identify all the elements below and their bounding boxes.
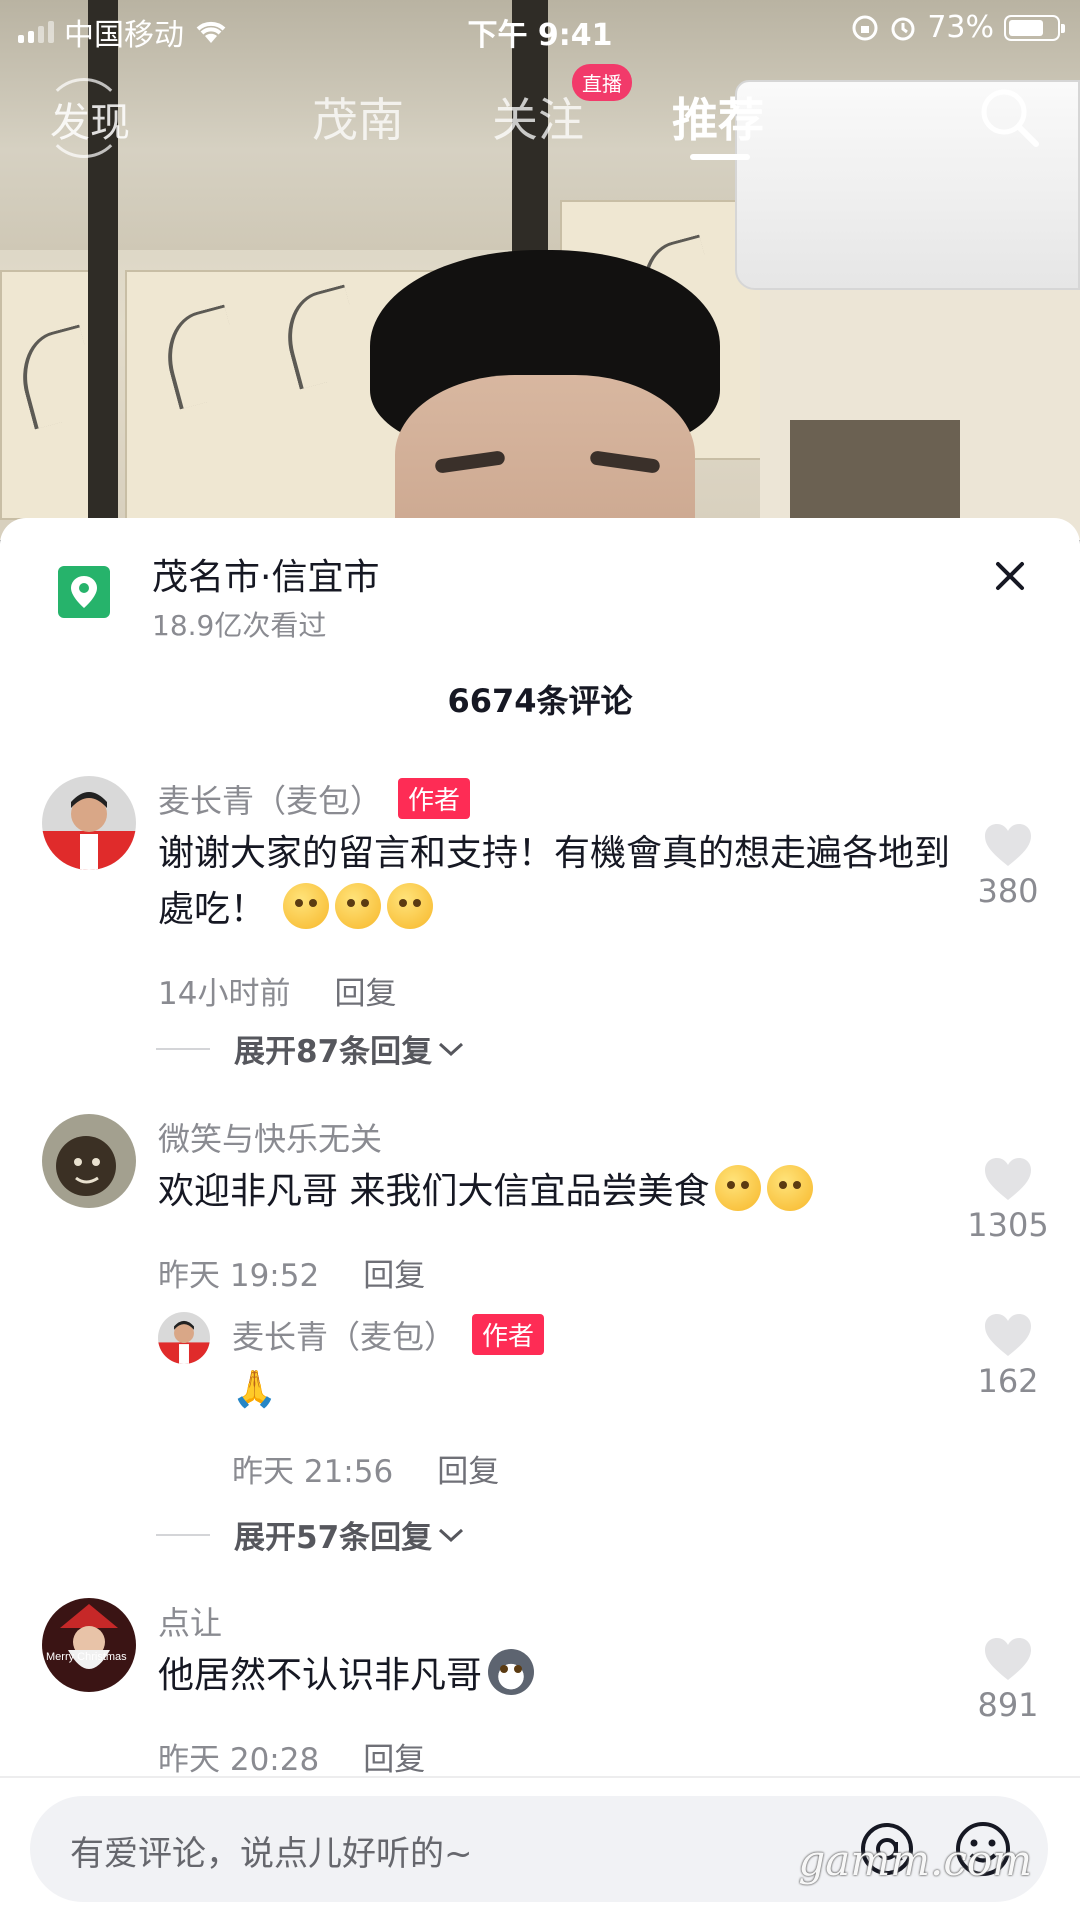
like-count: 891 bbox=[977, 1686, 1039, 1724]
author-badge: 作者 bbox=[398, 778, 471, 819]
comment-username[interactable]: 微笑与快乐无关 bbox=[158, 1114, 382, 1160]
reply-button[interactable]: 回复 bbox=[334, 976, 396, 1012]
top-nav: 发现 茂南 关注 直播 推荐 bbox=[0, 64, 1080, 170]
pleading-face-emoji-icon bbox=[767, 1165, 814, 1211]
chevron-down-icon bbox=[439, 1042, 464, 1056]
like-count: 162 bbox=[977, 1362, 1039, 1400]
username-text: 麦长青（麦包） bbox=[232, 1318, 457, 1356]
comment-time: 昨天 21:56 bbox=[232, 1454, 394, 1490]
username-text: 麦长青（麦包） bbox=[158, 782, 383, 820]
avatar[interactable] bbox=[158, 1312, 210, 1364]
expand-replies-label: 展开87条回复 bbox=[234, 1034, 433, 1070]
rofl-emoji-icon bbox=[283, 883, 330, 929]
comment-text-content: 🙏 bbox=[232, 1369, 277, 1410]
divider-dash bbox=[156, 1047, 210, 1050]
wall-scroll-1 bbox=[0, 270, 103, 520]
comment-meta: 14小时前 回复 bbox=[158, 968, 396, 1013]
comment-text-content: 欢迎非凡哥 来我们大信宜品尝美食 bbox=[158, 1171, 710, 1212]
comment-username[interactable]: 点让 bbox=[158, 1598, 222, 1644]
divider-dash bbox=[156, 1533, 210, 1536]
reply-button[interactable]: 回复 bbox=[363, 1742, 425, 1778]
location-views: 18.9亿次看过 bbox=[152, 609, 327, 642]
comment-meta: 昨天 19:52 回复 bbox=[158, 1250, 425, 1295]
like-button[interactable]: 891 bbox=[958, 1636, 1058, 1724]
comment-username[interactable]: 麦长青（麦包） 作者 bbox=[158, 776, 471, 822]
rofl-emoji-icon bbox=[387, 883, 434, 929]
comment-count: 6674条评论 bbox=[447, 682, 633, 720]
expand-replies-button[interactable]: 展开87条回复 bbox=[156, 1026, 466, 1071]
like-button[interactable]: 1305 bbox=[958, 1156, 1058, 1244]
comment-text-content: 谢谢大家的留言和支持！有機會真的想走遍各地到處吃！ bbox=[158, 833, 951, 930]
avatar-text: Merry Christmas bbox=[46, 1651, 127, 1663]
comment-time: 昨天 20:28 bbox=[158, 1742, 320, 1778]
comment-meta: 昨天 21:56 回复 bbox=[232, 1446, 499, 1491]
search-icon[interactable] bbox=[976, 84, 1042, 150]
status-bar: 中国移动 下午 9:41 73% bbox=[0, 0, 1080, 54]
comment-time: 14小时前 bbox=[158, 976, 291, 1012]
discover-ring-icon bbox=[44, 78, 124, 158]
comment-meta: 昨天 20:28 回复 bbox=[158, 1734, 425, 1779]
author-badge: 作者 bbox=[472, 1314, 545, 1355]
heart-icon bbox=[985, 1638, 1031, 1680]
chevron-down-icon bbox=[439, 1528, 464, 1542]
location-row[interactable]: 茂名市·信宜市 18.9亿次看过 bbox=[0, 518, 1080, 648]
comment-text: 🙏 bbox=[232, 1362, 832, 1418]
divider bbox=[0, 1776, 1080, 1778]
tab-recommend[interactable]: 推荐 bbox=[672, 84, 764, 150]
comment-input-placeholder: 有爱评论，说点儿好听的~ bbox=[70, 1834, 473, 1874]
location-title: 茂名市·信宜市 bbox=[152, 557, 380, 598]
heart-icon bbox=[985, 1314, 1031, 1356]
close-icon[interactable] bbox=[982, 548, 1038, 604]
rofl-emoji-icon bbox=[335, 883, 382, 929]
heart-icon bbox=[985, 1158, 1031, 1200]
expand-replies-button[interactable]: 展开57条回复 bbox=[156, 1512, 466, 1557]
comment-text-content: 他居然不认识非凡哥 bbox=[158, 1655, 483, 1696]
pleading-face-emoji-icon bbox=[715, 1165, 762, 1211]
comment-time: 昨天 19:52 bbox=[158, 1258, 320, 1294]
battery-percent: 73% bbox=[927, 10, 994, 45]
comment-text: 谢谢大家的留言和支持！有機會真的想走遍各地到處吃！ bbox=[158, 826, 958, 938]
ink-orchid bbox=[156, 304, 248, 410]
comment-text: 欢迎非凡哥 来我们大信宜品尝美食 bbox=[158, 1164, 958, 1220]
watermark: gamm.com bbox=[798, 1836, 1032, 1885]
like-button[interactable]: 162 bbox=[958, 1312, 1058, 1400]
comment-username[interactable]: 麦长青（麦包） 作者 bbox=[232, 1312, 545, 1358]
alarm-icon bbox=[891, 17, 915, 40]
ink-orchid bbox=[276, 284, 368, 390]
avatar[interactable]: Merry Christmas bbox=[42, 1598, 136, 1692]
battery-icon bbox=[1004, 14, 1065, 41]
tab-maonan[interactable]: 茂南 bbox=[312, 84, 404, 150]
tab-follow[interactable]: 关注 bbox=[492, 84, 584, 150]
reply-button[interactable]: 回复 bbox=[363, 1258, 425, 1294]
comments-sheet: 茂名市·信宜市 18.9亿次看过 6674条评论 麦长青（麦包） 作者 谢谢大家的… bbox=[0, 518, 1080, 1920]
discover-button[interactable]: 发现 bbox=[44, 78, 130, 158]
reply-button[interactable]: 回复 bbox=[437, 1454, 499, 1490]
expand-replies-label: 展开57条回复 bbox=[234, 1520, 433, 1556]
like-button[interactable]: 380 bbox=[958, 822, 1058, 910]
avatar[interactable] bbox=[42, 1114, 136, 1208]
like-count: 1305 bbox=[967, 1206, 1049, 1244]
orientation-lock-icon bbox=[852, 15, 878, 40]
heart-icon bbox=[985, 824, 1031, 866]
active-tab-indicator bbox=[690, 154, 750, 160]
location-pin-icon bbox=[58, 566, 110, 618]
like-count: 380 bbox=[977, 872, 1039, 910]
live-badge: 直播 bbox=[572, 64, 632, 101]
comment-text: 他居然不认识非凡哥 bbox=[158, 1648, 958, 1704]
avatar[interactable] bbox=[42, 776, 136, 870]
husky-dog-emoji-icon bbox=[488, 1649, 535, 1695]
